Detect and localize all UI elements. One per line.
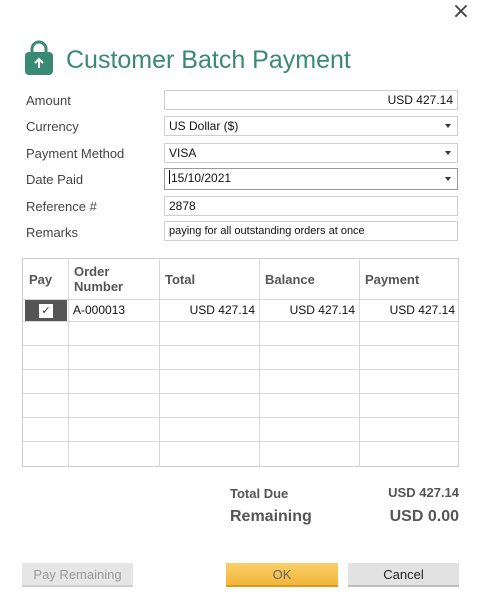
total-due-value: USD 427.14 (388, 485, 459, 500)
remarks-label: Remarks (26, 225, 79, 240)
text-caret (169, 170, 170, 184)
cancel-button[interactable]: Cancel (348, 563, 459, 587)
payment-method-value: VISA (169, 146, 197, 160)
date-paid-value: 15/10/2021 (171, 171, 232, 185)
close-icon[interactable]: × (450, 1, 472, 23)
shopping-bag-icon (24, 40, 54, 81)
page-title: Customer Batch Payment (66, 45, 351, 74)
pay-checkbox[interactable]: ✓ (39, 303, 53, 318)
pay-remaining-button[interactable]: Pay Remaining (22, 563, 133, 587)
currency-value: US Dollar ($) (169, 119, 239, 133)
order-number-cell: A-000013 (73, 303, 126, 317)
balance-cell: USD 427.14 (289, 303, 355, 317)
chevron-down-icon (445, 124, 451, 128)
orders-table: Pay Order Number Total Balance Payment ✓… (22, 258, 459, 467)
date-paid-picker[interactable]: 15/10/2021 (164, 168, 458, 190)
currency-label: Currency (26, 119, 79, 134)
total-cell: USD 427.14 (189, 303, 255, 317)
payment-method-label: Payment Method (26, 146, 125, 161)
reference-label: Reference # (26, 199, 97, 214)
column-header-order-number[interactable]: Order Number (74, 259, 144, 299)
currency-select[interactable]: US Dollar ($) (164, 116, 458, 136)
column-header-balance[interactable]: Balance (265, 259, 315, 299)
chevron-down-icon (445, 177, 451, 181)
ok-button[interactable]: OK (226, 563, 338, 587)
amount-field[interactable]: USD 427.14 (164, 90, 458, 110)
column-header-pay[interactable]: Pay (29, 259, 52, 299)
column-header-total[interactable]: Total (165, 259, 195, 299)
reference-field[interactable]: 2878 (164, 196, 458, 216)
pay-checkbox-cell[interactable]: ✓ (25, 300, 67, 321)
remaining-label: Remaining (230, 508, 312, 525)
date-paid-label: Date Paid (26, 172, 84, 187)
remaining-value: USD 0.00 (389, 508, 459, 525)
total-due-label: Total Due (230, 486, 289, 501)
payment-cell[interactable]: USD 427.14 (359, 299, 455, 321)
payment-method-select[interactable]: VISA (164, 143, 458, 163)
amount-label: Amount (26, 93, 71, 108)
column-header-payment[interactable]: Payment (365, 259, 419, 299)
remarks-field[interactable]: paying for all outstanding orders at onc… (164, 221, 458, 241)
dialog-header: Customer Batch Payment (24, 40, 351, 80)
chevron-down-icon (445, 151, 451, 155)
